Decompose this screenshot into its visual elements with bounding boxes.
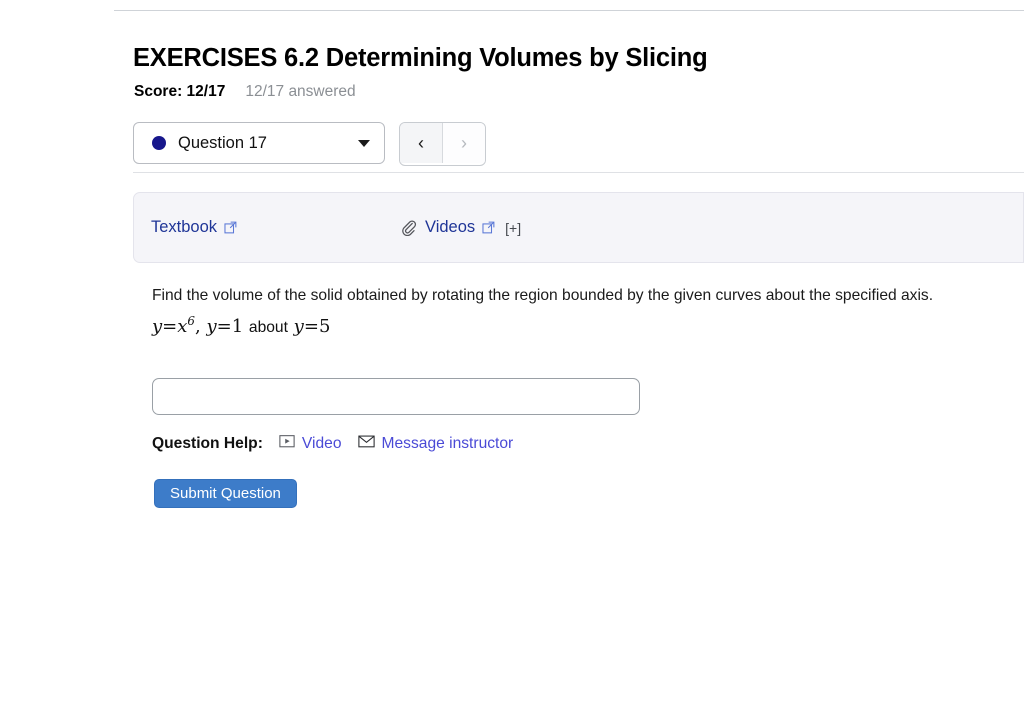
answer-input[interactable] — [152, 378, 640, 415]
videos-link-label: Videos — [425, 218, 476, 236]
submit-question-button[interactable]: Submit Question — [154, 479, 297, 508]
paperclip-icon — [400, 219, 417, 237]
section-divider — [133, 172, 1024, 173]
math-y2: y — [206, 316, 217, 338]
next-question-button[interactable]: › — [442, 123, 485, 163]
external-link-icon — [482, 221, 495, 234]
math-eq-1: = — [162, 316, 178, 338]
math-about: about — [248, 319, 288, 337]
math-y3: y — [293, 316, 304, 338]
help-message-label: Message instructor — [381, 434, 514, 452]
math-y1: y — [152, 316, 163, 338]
question-math-expression: y=x6, y=1 about y=5 — [152, 314, 997, 337]
math-eq-2: = — [216, 316, 232, 338]
math-one: 1 — [231, 316, 244, 338]
envelope-icon — [357, 434, 375, 453]
math-comma: , — [194, 316, 201, 338]
answered-label: 12/17 answered — [245, 83, 356, 100]
videos-link[interactable]: Videos [+] — [400, 218, 521, 237]
help-video-link[interactable]: Video — [279, 434, 342, 453]
header-divider — [114, 10, 1024, 11]
question-help-label: Question Help: — [152, 434, 263, 452]
textbook-link[interactable]: Textbook — [151, 218, 237, 237]
question-select[interactable]: Question 17 — [133, 122, 385, 164]
chevron-down-icon — [358, 139, 370, 147]
help-video-label: Video — [301, 434, 342, 452]
math-five: 5 — [318, 316, 331, 338]
question-body: Find the volume of the solid obtained by… — [152, 285, 997, 337]
math-exponent: 6 — [187, 314, 195, 329]
prev-question-button[interactable]: ‹ — [400, 123, 442, 163]
textbook-link-label: Textbook — [151, 218, 218, 236]
question-prompt: Find the volume of the solid obtained by… — [152, 287, 934, 304]
question-status-dot-icon — [152, 136, 166, 150]
score-label: Score: 12/17 — [134, 83, 226, 100]
page-title: EXERCISES 6.2 Determining Volumes by Sli… — [133, 44, 708, 72]
video-icon — [279, 434, 295, 453]
resource-bar: Textbook Videos [+] — [133, 192, 1024, 263]
math-x: x — [177, 316, 188, 338]
expand-resources-button[interactable]: [+] — [505, 220, 521, 236]
question-pager: ‹ › — [399, 122, 486, 166]
question-help-row: Question Help: Video Message instructor — [152, 434, 529, 453]
external-link-icon — [224, 221, 237, 234]
help-message-instructor-link[interactable]: Message instructor — [357, 434, 514, 453]
math-eq-3: = — [303, 316, 319, 338]
question-select-label: Question 17 — [178, 133, 267, 152]
score-row: Score: 12/17 12/17 answered — [134, 83, 356, 101]
